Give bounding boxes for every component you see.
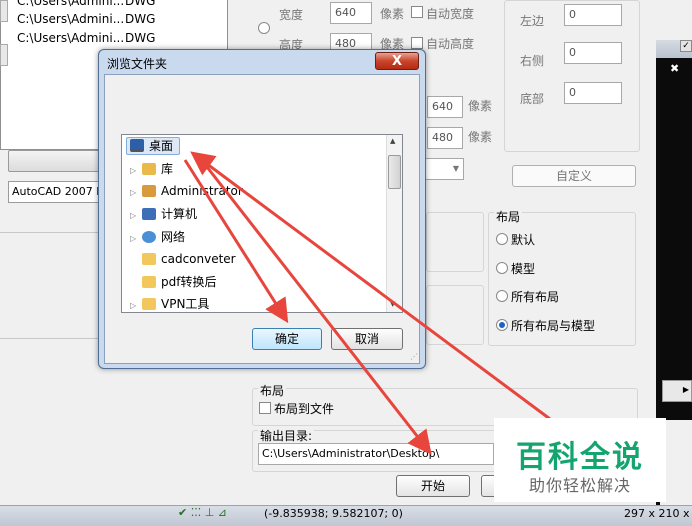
layout-all-model-radio[interactable] xyxy=(496,319,508,331)
unit-label: 像素 xyxy=(468,99,493,113)
chevron-down-icon: ▼ xyxy=(452,164,459,173)
options-group xyxy=(426,212,484,272)
folder-icon xyxy=(142,276,156,288)
auto-width-label: 自动宽度 xyxy=(426,7,475,21)
watermark-subtitle: 助你轻松解决 xyxy=(528,476,631,495)
list-item[interactable]: C:\Users\Admini...DWG xyxy=(17,31,155,45)
unit-label: 像素 xyxy=(468,130,493,144)
auto-height-label: 自动高度 xyxy=(426,37,475,51)
width-label: 宽度 xyxy=(279,8,304,22)
tree-item-desktop[interactable]: 桌面 xyxy=(130,135,173,157)
layout-file-title: 布局 xyxy=(258,382,287,399)
tree-item-library[interactable]: ▷ 库 xyxy=(130,158,173,180)
start-button[interactable]: 开始 xyxy=(396,475,470,497)
expand-icon[interactable]: ▷ xyxy=(130,182,142,204)
check-icon[interactable]: ✓ xyxy=(680,40,692,52)
expand-icon[interactable]: ▷ xyxy=(130,295,142,317)
layout-all-radio[interactable] xyxy=(496,290,508,302)
layout-default-label: 默认 xyxy=(511,233,536,247)
width2-input[interactable]: 640 xyxy=(427,96,463,118)
size-radio[interactable] xyxy=(258,22,270,34)
tree-item-vpn[interactable]: ▷ VPN工具 xyxy=(130,293,209,315)
output-label: 输出目录: xyxy=(258,427,315,444)
tree-item-administrator[interactable]: ▷ Administrator xyxy=(130,180,243,202)
right-margin-input[interactable]: 0 xyxy=(564,42,622,64)
expand-icon[interactable]: ▷ xyxy=(130,205,142,227)
scrollbar-thumb[interactable] xyxy=(388,155,401,189)
list-item[interactable]: C:\Users\Admini...DWG xyxy=(17,12,155,26)
dropdown[interactable]: ▼ xyxy=(420,158,464,180)
tree-item-network[interactable]: ▷ 网络 xyxy=(130,226,185,248)
bottom-margin-input[interactable]: 0 xyxy=(564,82,622,104)
scrollbar[interactable]: ▶ xyxy=(662,380,692,402)
custom-button[interactable]: 自定义 xyxy=(512,165,636,187)
layout-all-label: 所有布局 xyxy=(511,290,560,304)
folder-icon xyxy=(142,298,156,310)
chevron-up-icon[interactable]: ▲ xyxy=(390,137,395,145)
bottom-margin-label: 底部 xyxy=(520,92,545,106)
width-input[interactable]: 640 xyxy=(330,2,372,24)
cancel-button[interactable]: 取消 xyxy=(331,328,403,350)
tree-item-cadconveter[interactable]: cadconveter xyxy=(142,248,236,270)
close-icon[interactable]: ✖ xyxy=(670,62,679,75)
dialog-title: 浏览文件夹 xyxy=(107,57,168,71)
library-icon xyxy=(142,163,156,175)
ok-button[interactable]: 确定 xyxy=(252,328,322,350)
layout-group-title: 布局 xyxy=(494,208,523,225)
layout-to-file-checkbox[interactable] xyxy=(259,402,271,414)
list-item[interactable]: C:\Users\Admini...DWG xyxy=(17,0,155,8)
left-margin-label: 左边 xyxy=(520,14,545,28)
sidebar-button[interactable] xyxy=(0,44,8,66)
auto-width-checkbox[interactable] xyxy=(411,6,423,18)
chevron-right-icon: ▶ xyxy=(682,385,689,394)
output-dir-input[interactable]: C:\Users\Administrator\Desktop\ xyxy=(258,443,494,465)
layout-to-file-label: 布局到文件 xyxy=(274,402,335,416)
layout-model-radio[interactable] xyxy=(496,262,508,274)
layout-model-label: 模型 xyxy=(511,262,536,276)
computer-icon xyxy=(142,208,156,220)
expand-icon[interactable]: ▷ xyxy=(130,160,142,182)
folder-icon xyxy=(142,253,156,265)
paper-size-readout: 297 x 210 x 0 xyxy=(624,507,692,520)
user-folder-icon xyxy=(142,185,156,197)
panel xyxy=(656,0,692,40)
watermark-title: 百科全说 xyxy=(516,440,644,475)
unit-label: 像素 xyxy=(380,7,405,21)
auto-height-checkbox[interactable] xyxy=(411,37,423,49)
resize-grip-icon[interactable]: ⋰ xyxy=(410,352,418,361)
right-margin-label: 右侧 xyxy=(520,54,545,68)
left-margin-input[interactable]: 0 xyxy=(564,4,622,26)
height2-input[interactable]: 480 xyxy=(427,127,463,149)
desktop-icon xyxy=(130,139,144,152)
snap-icons[interactable]: ✔ ⁚⁚⁚ ⊥ ⊿ xyxy=(178,506,227,519)
layout-default-radio[interactable] xyxy=(496,233,508,245)
network-icon xyxy=(142,231,156,243)
close-button[interactable]: X xyxy=(375,52,419,70)
layout-all-model-label: 所有布局与模型 xyxy=(511,319,596,333)
expand-icon[interactable]: ▷ xyxy=(130,228,142,250)
chevron-down-icon[interactable]: ▼ xyxy=(390,300,395,308)
tree-item-pdf[interactable]: pdf转换后 xyxy=(142,271,216,293)
tree-item-computer[interactable]: ▷ 计算机 xyxy=(130,203,197,225)
options-group xyxy=(426,285,484,345)
sidebar-button[interactable] xyxy=(0,0,8,22)
coordinates-readout: (-9.835938; 9.582107; 0) xyxy=(264,507,403,520)
